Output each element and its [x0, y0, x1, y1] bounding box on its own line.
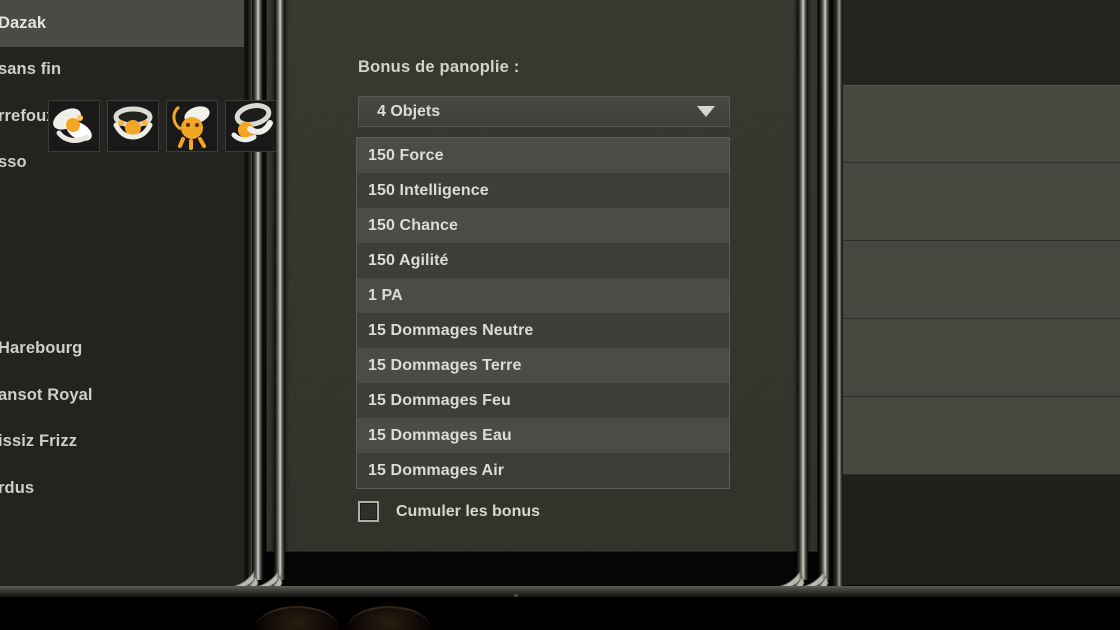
sidebar-panel: Dazak sans fin rrefoux sso Harebourg ans…: [0, 0, 245, 595]
bonus-option-chance[interactable]: 150 Chance: [357, 208, 729, 243]
sidebar-item-blank-1[interactable]: [0, 186, 245, 233]
frame-rail-right-outer: [819, 0, 830, 580]
sidebar-item-label: sans fin: [0, 60, 62, 79]
bonus-option-dommages-eau[interactable]: 15 Dommages Eau: [357, 418, 729, 453]
set-items-strip: [48, 100, 277, 152]
sidebar-item-label: Harebourg: [0, 339, 83, 358]
table-row[interactable]: [840, 241, 1120, 319]
cumulate-bonus-row[interactable]: Cumuler les bonus: [358, 501, 540, 522]
sidebar-item-ansot-royal[interactable]: ansot Royal: [0, 372, 245, 419]
bonus-option-dommages-terre[interactable]: 15 Dommages Terre: [357, 348, 729, 383]
sidebar-item-issiz-frizz[interactable]: issiz Frizz: [0, 419, 245, 466]
option-label: 150 Chance: [368, 216, 458, 234]
sidebar-item-label: issiz Frizz: [0, 432, 78, 451]
hud-gauge-left-icon: [255, 606, 339, 630]
option-label: 15 Dommages Terre: [368, 356, 522, 374]
sidebar-item-blank-3[interactable]: [0, 279, 245, 326]
bonus-option-pa[interactable]: 1 PA: [357, 278, 729, 313]
sidebar-item-label: sso: [0, 153, 27, 172]
frame-rail-right-inner: [797, 0, 808, 580]
sidebar-item-dazak[interactable]: Dazak: [0, 0, 245, 47]
option-label: 15 Dommages Air: [368, 461, 505, 479]
option-label: 150 Intelligence: [368, 181, 489, 199]
option-label: 150 Force: [368, 146, 444, 164]
sidebar-item-label: ansot Royal: [0, 385, 93, 404]
hud-gauge-right-icon: [347, 606, 431, 630]
right-panel-edge: [833, 0, 843, 600]
game-screen: Dazak sans fin rrefoux sso Harebourg ans…: [0, 0, 1120, 630]
frame-rail-left-outer: [252, 0, 263, 580]
set-item-hat-icon[interactable]: [48, 100, 100, 152]
sidebar-item-blank-2[interactable]: [0, 233, 245, 280]
bonus-option-force[interactable]: 150 Force: [357, 138, 729, 173]
bonus-option-dommages-air[interactable]: 15 Dommages Air: [357, 453, 729, 488]
sidebar-item-label: rdus: [0, 478, 35, 497]
sidebar-item-blank-4[interactable]: [0, 512, 245, 559]
bonus-options-list[interactable]: 150 Force 150 Intelligence 150 Chance 15…: [356, 137, 730, 489]
option-label: 15 Dommages Neutre: [368, 321, 534, 339]
table-row[interactable]: [840, 163, 1120, 241]
option-label: 15 Dommages Feu: [368, 391, 511, 409]
set-item-belt-icon[interactable]: [107, 100, 159, 152]
chevron-down-icon: [697, 106, 715, 117]
screen-bottom-letterbox: [0, 597, 1120, 630]
sidebar-item-sans-fin[interactable]: sans fin: [0, 47, 245, 94]
cumulate-bonus-checkbox[interactable]: [358, 501, 379, 522]
bonus-option-dommages-neutre[interactable]: 15 Dommages Neutre: [357, 313, 729, 348]
sidebar-item-label: Dazak: [0, 13, 47, 32]
set-item-ring-icon[interactable]: [225, 100, 277, 152]
hud-gauges: [255, 606, 445, 630]
right-results-list: [840, 85, 1120, 475]
option-label: 15 Dommages Eau: [368, 426, 512, 444]
table-row[interactable]: [840, 319, 1120, 397]
bonus-section-label: Bonus de panoplie :: [358, 58, 520, 76]
sidebar-list[interactable]: Dazak sans fin rrefoux sso Harebourg ans…: [0, 0, 245, 595]
cumulate-bonus-label: Cumuler les bonus: [396, 502, 541, 520]
frame-bottom-bar: [0, 586, 1120, 597]
option-label: 150 Agilité: [368, 251, 449, 269]
table-row[interactable]: [840, 397, 1120, 475]
bonus-option-dommages-feu[interactable]: 15 Dommages Feu: [357, 383, 729, 418]
right-panel-footer: [840, 475, 1120, 585]
frame-rail-left-inner: [274, 0, 285, 580]
sidebar-item-harebourg[interactable]: Harebourg: [0, 326, 245, 373]
right-results-panel: [840, 0, 1120, 585]
option-label: 1 PA: [368, 286, 403, 304]
bonus-count-value: 4 Objets: [377, 102, 441, 120]
sidebar-item-rdus[interactable]: rdus: [0, 465, 245, 512]
bonus-option-agilite[interactable]: 150 Agilité: [357, 243, 729, 278]
set-item-amulet-icon[interactable]: [166, 100, 218, 152]
bonus-count-select[interactable]: 4 Objets: [358, 96, 730, 127]
table-row[interactable]: [840, 85, 1120, 163]
bonus-option-intelligence[interactable]: 150 Intelligence: [357, 173, 729, 208]
